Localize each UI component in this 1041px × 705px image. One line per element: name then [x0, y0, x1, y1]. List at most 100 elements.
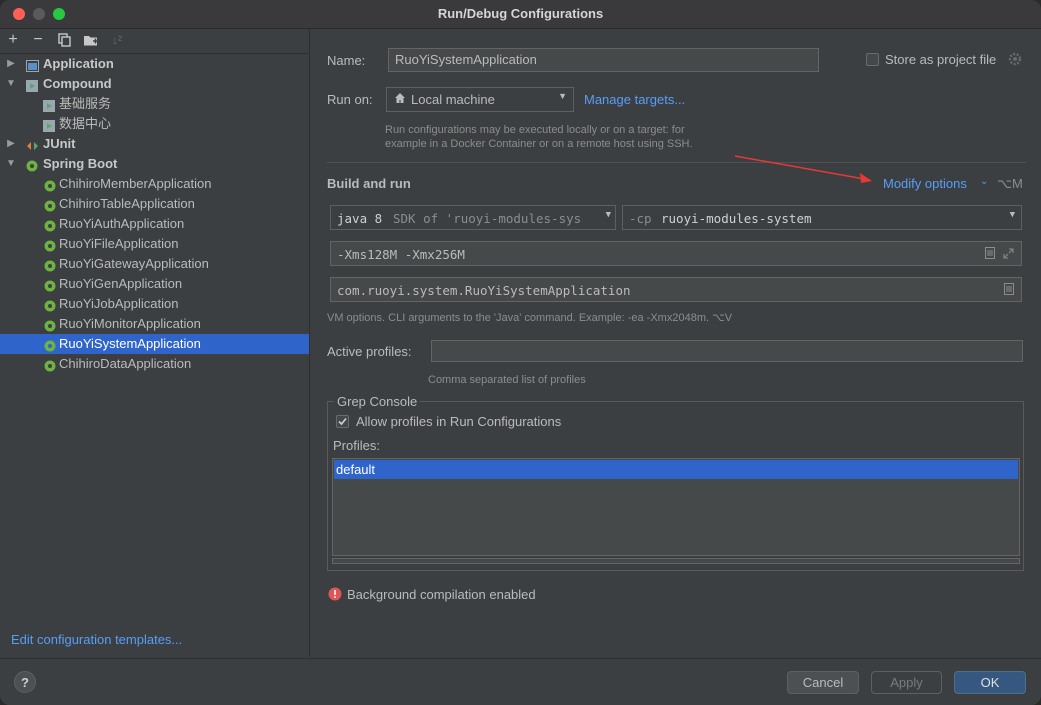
chevron-right-icon[interactable]: ▶: [6, 134, 16, 154]
profiles-list[interactable]: default: [332, 458, 1020, 556]
sidebar-toolbar: + − ↓²: [0, 29, 309, 54]
chevron-down-icon: ▼: [605, 210, 611, 220]
tree-label: ChihiroDataApplication: [59, 356, 192, 371]
name-label: Name:: [327, 53, 366, 68]
compound-icon: [26, 78, 38, 92]
tree-node-application[interactable]: ▶ Application: [0, 54, 309, 74]
home-icon: [394, 92, 406, 107]
remove-icon[interactable]: −: [29, 31, 47, 49]
help-button[interactable]: ?: [14, 671, 36, 693]
tree-item-spring-0[interactable]: ChihiroMemberApplication: [0, 174, 309, 194]
profiles-list-item[interactable]: default: [334, 460, 1018, 479]
chevron-right-icon[interactable]: ▶: [6, 54, 16, 74]
classpath-dropdown[interactable]: -cp ruoyi-modules-system ▼: [622, 205, 1022, 230]
active-profiles-hint: Comma separated list of profiles: [428, 374, 586, 386]
spring-app-icon: [43, 218, 56, 232]
apply-button[interactable]: Apply: [871, 671, 942, 694]
tree-label-spring-boot: Spring Boot: [43, 156, 118, 171]
chevron-down-icon: ▼: [1009, 210, 1015, 220]
tree-item-compound-1[interactable]: 数据中心: [0, 114, 309, 134]
main-class-value: com.ruoyi.system.RuoYiSystemApplication: [337, 283, 631, 298]
run-on-dropdown[interactable]: Local machine ▼: [386, 87, 574, 112]
gear-icon[interactable]: [1008, 52, 1022, 66]
chevron-down-icon[interactable]: ▼: [6, 74, 16, 94]
spring-app-icon: [43, 198, 56, 212]
jdk-dropdown[interactable]: java 8 SDK of 'ruoyi-modules-sys ▼: [330, 205, 616, 230]
add-icon[interactable]: +: [4, 31, 22, 49]
error-icon: [328, 587, 342, 604]
spring-app-icon: [43, 318, 56, 332]
allow-profiles-checkbox[interactable]: [336, 415, 349, 428]
document-icon[interactable]: [1004, 283, 1014, 298]
modify-options-link[interactable]: Modify options: [883, 176, 967, 191]
main-class-field[interactable]: com.ruoyi.system.RuoYiSystemApplication: [330, 277, 1022, 302]
spring-app-icon: [43, 238, 56, 252]
tree-item-spring-1[interactable]: ChihiroTableApplication: [0, 194, 309, 214]
spring-app-icon: [43, 358, 56, 372]
tree-node-spring-boot[interactable]: ▼ Spring Boot: [0, 154, 309, 174]
tree-label-compound: Compound: [43, 76, 112, 91]
run-debug-dialog: Run/Debug Configurations + − ↓² ▶ Applic…: [0, 0, 1041, 705]
configurations-sidebar: + − ↓² ▶ Application ▼ Compound 基础服务 数据中…: [0, 29, 310, 657]
active-profiles-field[interactable]: [431, 340, 1023, 362]
run-on-label: Run on:: [327, 92, 373, 107]
expand-icon[interactable]: [1003, 247, 1014, 262]
tree-item-spring-7[interactable]: RuoYiMonitorApplication: [0, 314, 309, 334]
sort-icon[interactable]: ↓²: [108, 31, 126, 49]
copy-icon[interactable]: [56, 31, 74, 49]
junit-icon: [26, 138, 38, 150]
store-as-project-checkbox[interactable]: [866, 53, 879, 66]
spring-app-icon: [43, 338, 56, 352]
tree-label: ChihiroMemberApplication: [59, 176, 212, 191]
cp-value: ruoyi-modules-system: [661, 211, 812, 226]
chevron-down-icon: ▼: [558, 91, 567, 101]
spring-app-icon: [43, 278, 56, 292]
tree-item-spring-4[interactable]: RuoYiGatewayApplication: [0, 254, 309, 274]
chevron-down-icon[interactable]: ⌄: [980, 176, 988, 187]
tree-item-spring-selected[interactable]: RuoYiSystemApplication: [0, 334, 309, 354]
edit-templates-link[interactable]: Edit configuration templates...: [11, 632, 182, 647]
run-on-hint-1: Run configurations may be executed local…: [385, 124, 685, 136]
grep-console-title: Grep Console: [334, 394, 421, 409]
spring-app-icon: [43, 178, 56, 192]
tree-item-spring-5[interactable]: RuoYiGenApplication: [0, 274, 309, 294]
name-field[interactable]: RuoYiSystemApplication: [388, 48, 819, 72]
manage-targets-link[interactable]: Manage targets...: [584, 92, 685, 107]
tree-item-spring-9[interactable]: ChihiroDataApplication: [0, 354, 309, 374]
chevron-down-icon[interactable]: ▼: [6, 154, 16, 174]
tree-label: 基础服务: [59, 96, 112, 111]
tree-label: RuoYiGatewayApplication: [59, 256, 209, 271]
store-as-project-label: Store as project file: [885, 52, 997, 67]
tree-node-compound[interactable]: ▼ Compound: [0, 74, 309, 94]
cancel-button[interactable]: Cancel: [787, 671, 859, 694]
annotation-arrow: [734, 155, 872, 183]
tree-item-spring-6[interactable]: RuoYiJobApplication: [0, 294, 309, 314]
tree-label: ChihiroTableApplication: [59, 196, 195, 211]
vm-options-field[interactable]: -Xms128M -Xmx256M: [330, 241, 1022, 266]
window-title: Run/Debug Configurations: [437, 6, 604, 21]
application-icon: [26, 58, 39, 72]
vm-options-hint: VM options. CLI arguments to the 'Java' …: [327, 312, 733, 324]
tree-label: RuoYiAuthApplication: [59, 216, 185, 231]
tree-item-compound-0[interactable]: 基础服务: [0, 94, 309, 114]
document-icon[interactable]: [985, 247, 995, 262]
tree-item-spring-3[interactable]: RuoYiFileApplication: [0, 234, 309, 254]
compound-item-icon: [43, 118, 55, 132]
cp-flag: -cp: [629, 211, 652, 226]
profiles-list-resize-handle[interactable]: [332, 558, 1020, 564]
tree-label: 数据中心: [59, 116, 112, 131]
modify-options-shortcut: ⌥M: [997, 176, 1023, 191]
compound-item-icon: [43, 98, 55, 112]
tree-node-junit[interactable]: ▶ JUnit: [0, 134, 309, 154]
profiles-label: Profiles:: [333, 438, 380, 453]
tree-label: RuoYiSystemApplication: [59, 336, 201, 351]
tree-item-spring-2[interactable]: RuoYiAuthApplication: [0, 214, 309, 234]
ok-button[interactable]: OK: [954, 671, 1026, 694]
jdk-hint: SDK of 'ruoyi-modules-sys: [393, 211, 582, 226]
vm-options-value: -Xms128M -Xmx256M: [337, 247, 465, 262]
folder-icon[interactable]: [82, 31, 100, 49]
tree-label-application: Application: [43, 56, 114, 71]
divider: [327, 162, 1026, 163]
tree-label: RuoYiJobApplication: [59, 296, 179, 311]
tree-label: RuoYiFileApplication: [59, 236, 179, 251]
